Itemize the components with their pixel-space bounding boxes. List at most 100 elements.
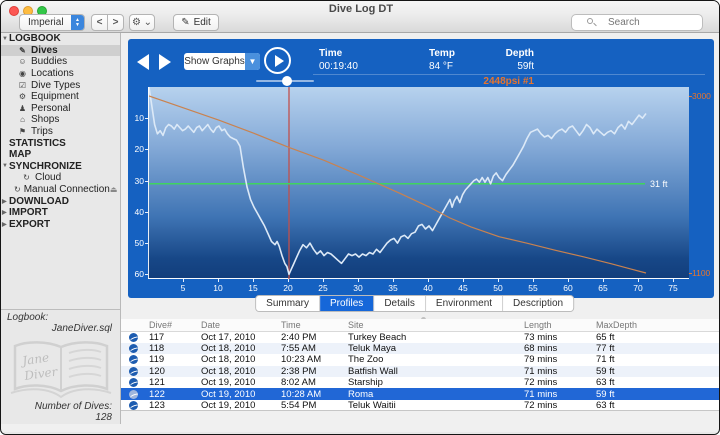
- play-button[interactable]: [264, 47, 291, 74]
- cell-time: 10:28 AM: [281, 388, 322, 400]
- time-axis-tick: [393, 279, 394, 282]
- pressure-axis-tick: [689, 273, 692, 274]
- action-menu-button[interactable]: ⚙ ⌄: [129, 14, 155, 31]
- dive-flag-icon: [129, 366, 138, 376]
- sidebar-item-statistics[interactable]: STATISTICS: [1, 137, 120, 149]
- buddies-icon: ☺: [18, 57, 27, 67]
- sidebar-item-label: Cloud: [35, 172, 62, 184]
- sidebar-item-dive-types[interactable]: ☑ Dive Types: [1, 79, 120, 91]
- dive-flag-icon: [129, 332, 138, 342]
- depth-axis-tick: [145, 149, 148, 151]
- cell-max_depth: 77 ft: [596, 343, 615, 355]
- locations-icon: ◉: [19, 69, 26, 79]
- equipment-icon: ⚙: [18, 92, 27, 102]
- sidebar-item-dives[interactable]: ✎ Dives: [1, 44, 120, 57]
- time-axis-tick-label: 70: [633, 283, 643, 293]
- column-header-dive[interactable]: Dive#: [149, 320, 201, 330]
- pencil-icon: ✎: [181, 17, 190, 28]
- sidebar-item-logbook[interactable]: ▼ LOGBOOK: [1, 33, 120, 45]
- logbook-filename: JaneDiver.sql: [51, 323, 112, 334]
- sidebar-item-label: MAP: [9, 149, 32, 161]
- show-graphs-label: Show Graphs: [184, 56, 245, 67]
- time-axis-tick: [358, 279, 359, 282]
- sidebar-item-trips[interactable]: ⚑ Trips: [1, 126, 120, 138]
- tank-pressure-readout: 2448psi #1: [483, 76, 534, 87]
- sidebar-item-buddies[interactable]: ☺ Buddies: [1, 56, 120, 68]
- sidebar-item-label: EXPORT: [9, 218, 51, 230]
- cell-dive: 119: [149, 354, 165, 366]
- disclosure-open-icon: ▼: [2, 163, 8, 170]
- dive-profile-panel: Show Graphs ▼ Time 00:19:40 Temp 84 °F D…: [128, 39, 714, 298]
- table-row[interactable]: 117 Oct 17, 2010 2:40 PM Turkey Beach 73 min…: [121, 331, 719, 343]
- sidebar-item-locations[interactable]: ◉ Locations: [1, 68, 120, 80]
- cell-time: 2:38 PM: [281, 365, 317, 377]
- column-header-length[interactable]: Length: [524, 320, 596, 330]
- forward-button[interactable]: >: [107, 14, 124, 31]
- temp-stat-label: Temp: [429, 48, 455, 59]
- tab-summary[interactable]: Summary: [256, 296, 320, 311]
- edit-button[interactable]: ✎ Edit: [173, 14, 219, 31]
- table-row[interactable]: 122 Oct 19, 2010 10:28 AM Roma 71 mins 59 ft: [121, 388, 719, 400]
- depth-axis-tick: [145, 211, 148, 213]
- table-row[interactable]: 121 Oct 19, 2010 8:02 AM Starship 72 mins 63 …: [121, 377, 719, 389]
- cell-length: 73 mins: [524, 331, 558, 343]
- time-axis-tick-label: 30: [353, 283, 363, 293]
- sidebar-item-label: STATISTICS: [9, 137, 66, 149]
- cell-time: 8:02 AM: [281, 377, 316, 389]
- sidebar: ▼ LOGBOOK ✎ Dives ☺ Buddies ◉ Locations ☑ Dive Ty…: [1, 33, 121, 424]
- next-dive-button[interactable]: [159, 54, 171, 70]
- table-row[interactable]: 118 Oct 18, 2010 7:55 AM Teluk Maya 68 mins 7…: [121, 342, 719, 355]
- personal-icon: ♟: [18, 103, 27, 113]
- cell-date: Oct 18, 2010: [201, 365, 256, 377]
- depth-axis-tick: [145, 274, 148, 276]
- sidebar-item-download[interactable]: ▶ DOWNLOAD: [1, 195, 120, 207]
- sidebar-item-label: Locations: [31, 68, 74, 80]
- cell-time: 7:55 AM: [281, 343, 316, 355]
- time-axis-tick-label: 45: [458, 283, 468, 293]
- sidebar-item-shops[interactable]: ⌂ Shops: [1, 114, 120, 126]
- tab-profiles[interactable]: Profiles: [319, 296, 375, 311]
- sidebar-item-label: Trips: [31, 126, 53, 138]
- table-row[interactable]: 120 Oct 18, 2010 2:38 PM Batfish Wall 71 min…: [121, 365, 719, 378]
- tab-description[interactable]: Description: [503, 296, 574, 311]
- depth-axis-tick-label: 60: [134, 269, 144, 280]
- table-row[interactable]: 119 Oct 18, 2010 10:23 AM The Zoo 79 mins 71 …: [121, 354, 719, 366]
- cell-site: Turkey Beach: [348, 331, 407, 343]
- table-footer: [121, 410, 719, 424]
- sidebar-item-personal[interactable]: ♟ Personal: [1, 103, 120, 115]
- column-header-site[interactable]: Site: [348, 320, 524, 330]
- eject-icon[interactable]: ⏏: [110, 185, 118, 194]
- column-header-date[interactable]: Date: [201, 320, 281, 330]
- cell-dive: 120: [149, 365, 165, 377]
- sidebar-item-synchronize[interactable]: ▼ SYNCHRONIZE: [1, 161, 120, 173]
- show-graphs-dropdown[interactable]: Show Graphs ▼: [184, 53, 260, 70]
- units-select[interactable]: Imperial ▲ ▼: [19, 14, 85, 31]
- back-button[interactable]: <: [91, 14, 108, 31]
- sidebar-item-cloud[interactable]: ↻ Cloud: [1, 172, 120, 184]
- time-axis-tick: [323, 279, 324, 282]
- logbook-label: Logbook:: [7, 312, 49, 323]
- sidebar-item-map[interactable]: MAP: [1, 149, 120, 161]
- toolbar: Dive Log DT Imperial ▲ ▼ < > ⚙ ⌄ ✎ Edit: [1, 1, 719, 33]
- pressure-axis-tick: [689, 96, 692, 97]
- sidebar-item-equipment[interactable]: ⚙ Equipment: [1, 91, 120, 103]
- cell-time: 10:23 AM: [281, 354, 322, 366]
- playback-slider[interactable]: [256, 76, 314, 86]
- cell-date: Oct 18, 2010: [201, 343, 256, 355]
- cell-length: 72 mins: [524, 377, 558, 389]
- sidebar-item-export[interactable]: ▶ EXPORT: [1, 219, 120, 231]
- playback-slider-knob[interactable]: [282, 76, 292, 86]
- sidebar-item-label: Personal: [31, 102, 71, 114]
- sidebar-item-manual-connection[interactable]: ↻ Manual Connection ⏏: [1, 184, 120, 196]
- previous-dive-button[interactable]: [137, 54, 149, 70]
- depth-line: [149, 87, 647, 276]
- tab-environment[interactable]: Environment: [425, 296, 504, 311]
- column-header-time[interactable]: Time: [281, 320, 348, 330]
- time-axis-tick: [568, 279, 569, 282]
- sidebar-item-import[interactable]: ▶ IMPORT: [1, 207, 120, 219]
- depth-axis-tick-label: 30: [134, 175, 144, 186]
- tab-details[interactable]: Details: [374, 296, 426, 311]
- time-axis-tick-label: 25: [318, 283, 328, 293]
- depth-axis-tick-label: 40: [134, 206, 144, 217]
- column-header-maxdepth[interactable]: MaxDepth: [596, 320, 719, 330]
